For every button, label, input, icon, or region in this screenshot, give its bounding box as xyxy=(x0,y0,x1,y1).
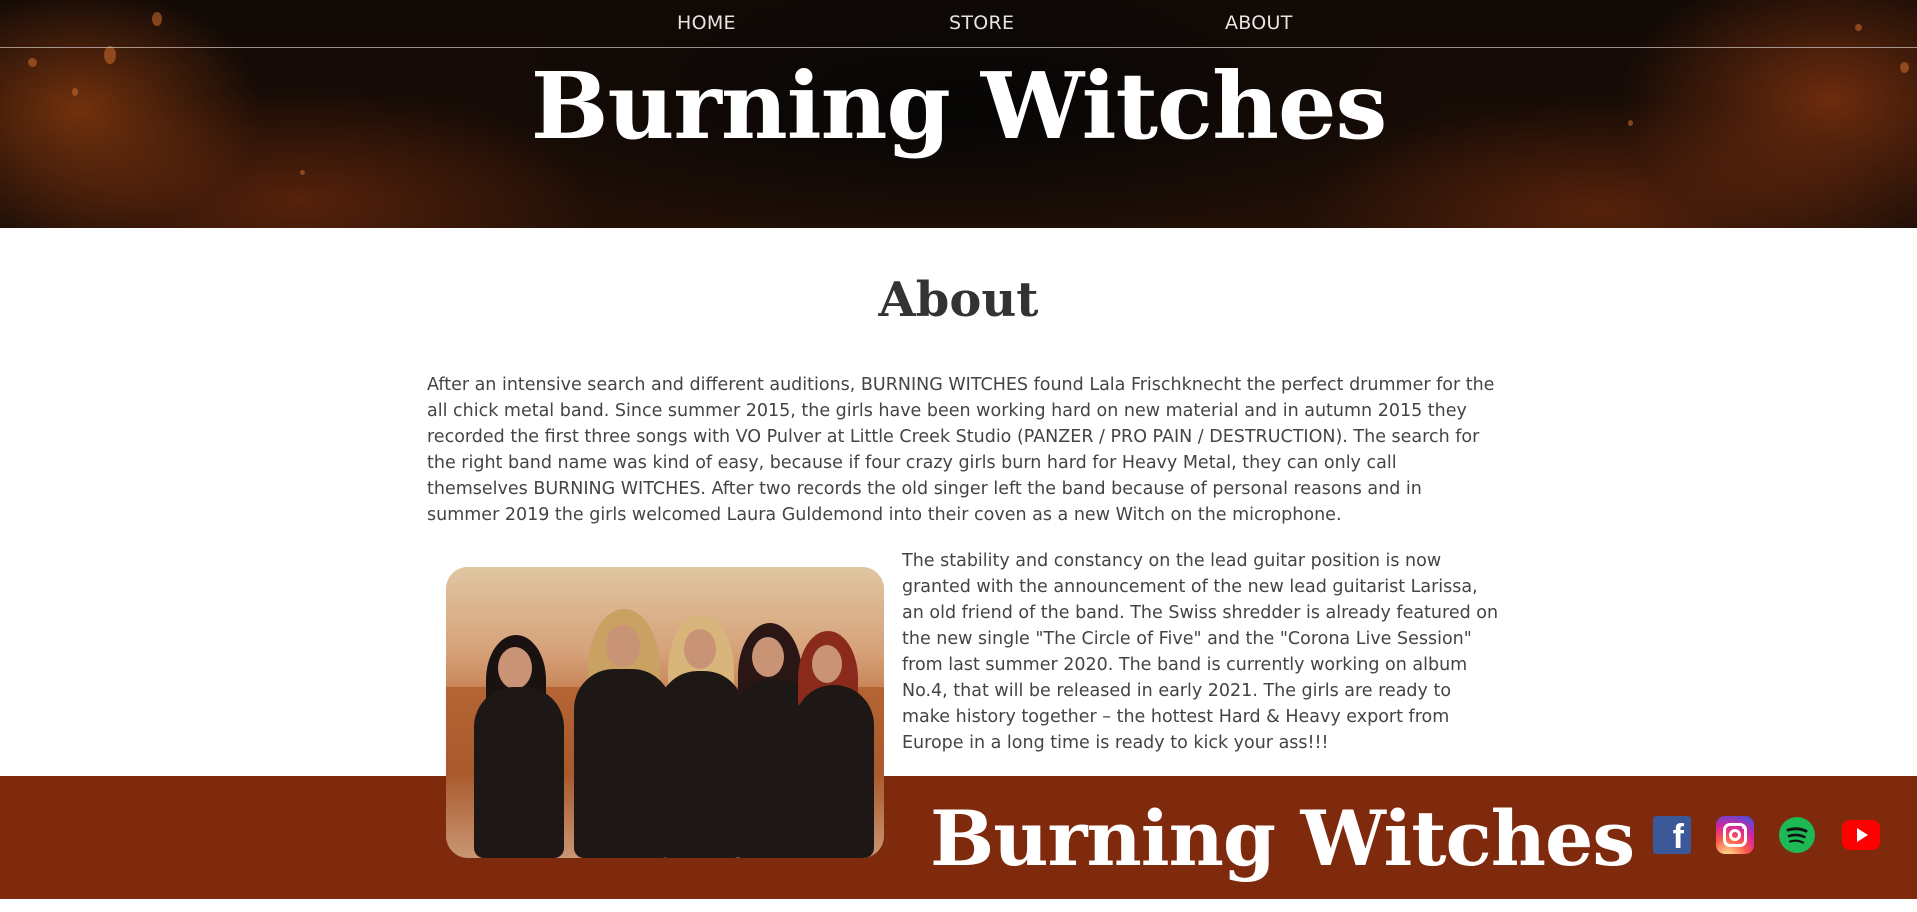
member-head xyxy=(812,645,842,683)
member-head xyxy=(684,629,716,669)
band-member xyxy=(794,685,874,858)
ember-decoration xyxy=(300,170,305,175)
main-nav: HOME STORE ABOUT xyxy=(0,0,1917,48)
band-member xyxy=(474,687,564,858)
youtube-icon[interactable] xyxy=(1842,820,1880,850)
spotify-waves xyxy=(1786,827,1808,844)
site-header: HOME STORE ABOUT Burning Witches xyxy=(0,0,1917,228)
member-head xyxy=(606,625,640,667)
nav-home-link[interactable]: HOME xyxy=(677,12,736,34)
nav-about-link[interactable]: ABOUT xyxy=(1225,12,1293,34)
instagram-icon[interactable] xyxy=(1716,816,1754,854)
nav-store-link[interactable]: STORE xyxy=(949,12,1014,34)
site-footer: Burning Witches f xyxy=(0,776,1917,899)
about-paragraph-2: The stability and constancy on the lead … xyxy=(902,551,1499,753)
band-photo xyxy=(446,567,884,858)
site-logo[interactable]: Burning Witches xyxy=(0,58,1917,155)
spotify-icon[interactable] xyxy=(1779,817,1815,853)
page-title: About xyxy=(878,272,1039,328)
instagram-dot xyxy=(1742,825,1746,829)
instagram-lens xyxy=(1729,829,1741,841)
member-head xyxy=(752,637,784,677)
member-head xyxy=(498,647,532,689)
youtube-play-triangle xyxy=(1857,828,1868,842)
facebook-icon[interactable]: f xyxy=(1653,816,1691,856)
about-paragraph-1: After an intensive search and different … xyxy=(427,375,1495,525)
page-bottom-strip xyxy=(0,899,1917,912)
facebook-glyph: f xyxy=(1672,818,1684,856)
footer-logo[interactable]: Burning Witches xyxy=(930,794,1635,883)
